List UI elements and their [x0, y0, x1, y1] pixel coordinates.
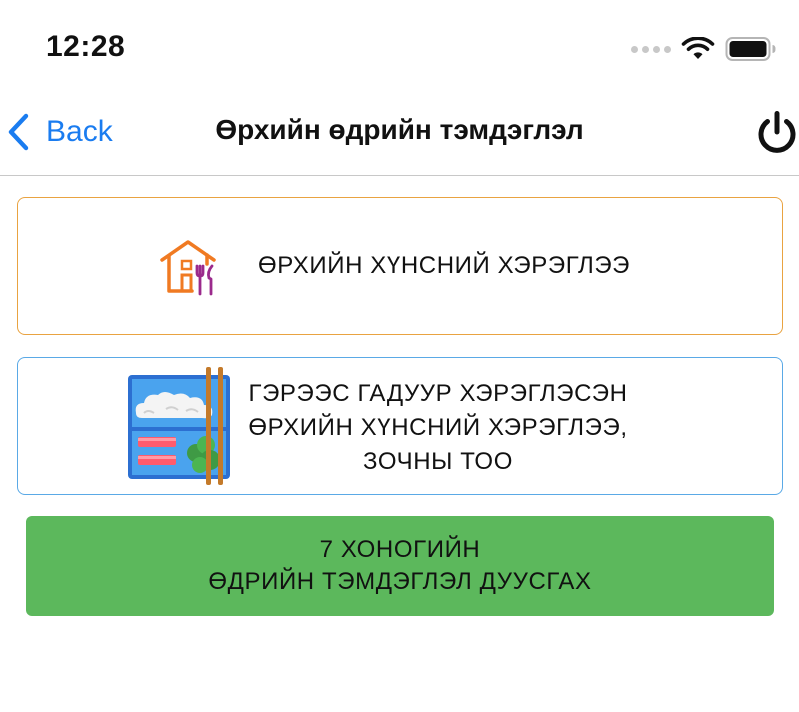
status-bar: 12:28 [0, 0, 799, 100]
page-title: Өрхийн өдрийн тэмдэглэл [0, 114, 799, 146]
battery-icon [725, 37, 776, 61]
status-icons [631, 35, 777, 63]
bento-chopsticks-icon [128, 367, 230, 485]
card-1-label: ӨРХИЙН ХҮНСНИЙ ХЭРЭГЛЭЭ [258, 252, 631, 279]
page-title-text: Өрхийн өдрийн тэмдэглэл [215, 114, 584, 145]
power-icon [758, 111, 796, 153]
finish-button-line-1: 7 ХОНОГИЙН [319, 536, 481, 563]
house-food-icon [160, 240, 216, 296]
outside-consumption-card[interactable]: ГЭРЭЭС ГАДУУР ХЭРЭГЛЭСЭН ӨРХИЙН ХҮНСНИЙ … [17, 357, 783, 495]
finish-weekly-diary-button[interactable]: 7 ХОНОГИЙН ӨДРИЙН ТЭМДЭГЛЭЛ ДУУСГАХ [26, 516, 774, 616]
finish-button-line-2: ӨДРИЙН ТЭМДЭГЛЭЛ ДУУСГАХ [208, 568, 592, 595]
navigation-bar: Back Өрхийн өдрийн тэмдэглэл [0, 100, 799, 176]
card-2-line-1: ГЭРЭЭС ГАДУУР ХЭРЭГЛЭСЭН [248, 380, 628, 407]
wifi-icon [681, 37, 715, 59]
card-2-line-2: ӨРХИЙН ХҮНСНИЙ ХЭРЭГЛЭЭ, [248, 414, 628, 441]
status-time: 12:28 [46, 30, 126, 63]
card-2-line-3: ЗОЧНЫ ТОО [363, 448, 513, 475]
logout-button[interactable] [753, 109, 799, 157]
cellular-signal-icon [631, 45, 671, 53]
card-2-label: ГЭРЭЭС ГАДУУР ХЭРЭГЛЭСЭН ӨРХИЙН ХҮНСНИЙ … [248, 377, 628, 479]
household-food-consumption-card[interactable]: ӨРХИЙН ХҮНСНИЙ ХЭРЭГЛЭЭ [17, 197, 783, 335]
